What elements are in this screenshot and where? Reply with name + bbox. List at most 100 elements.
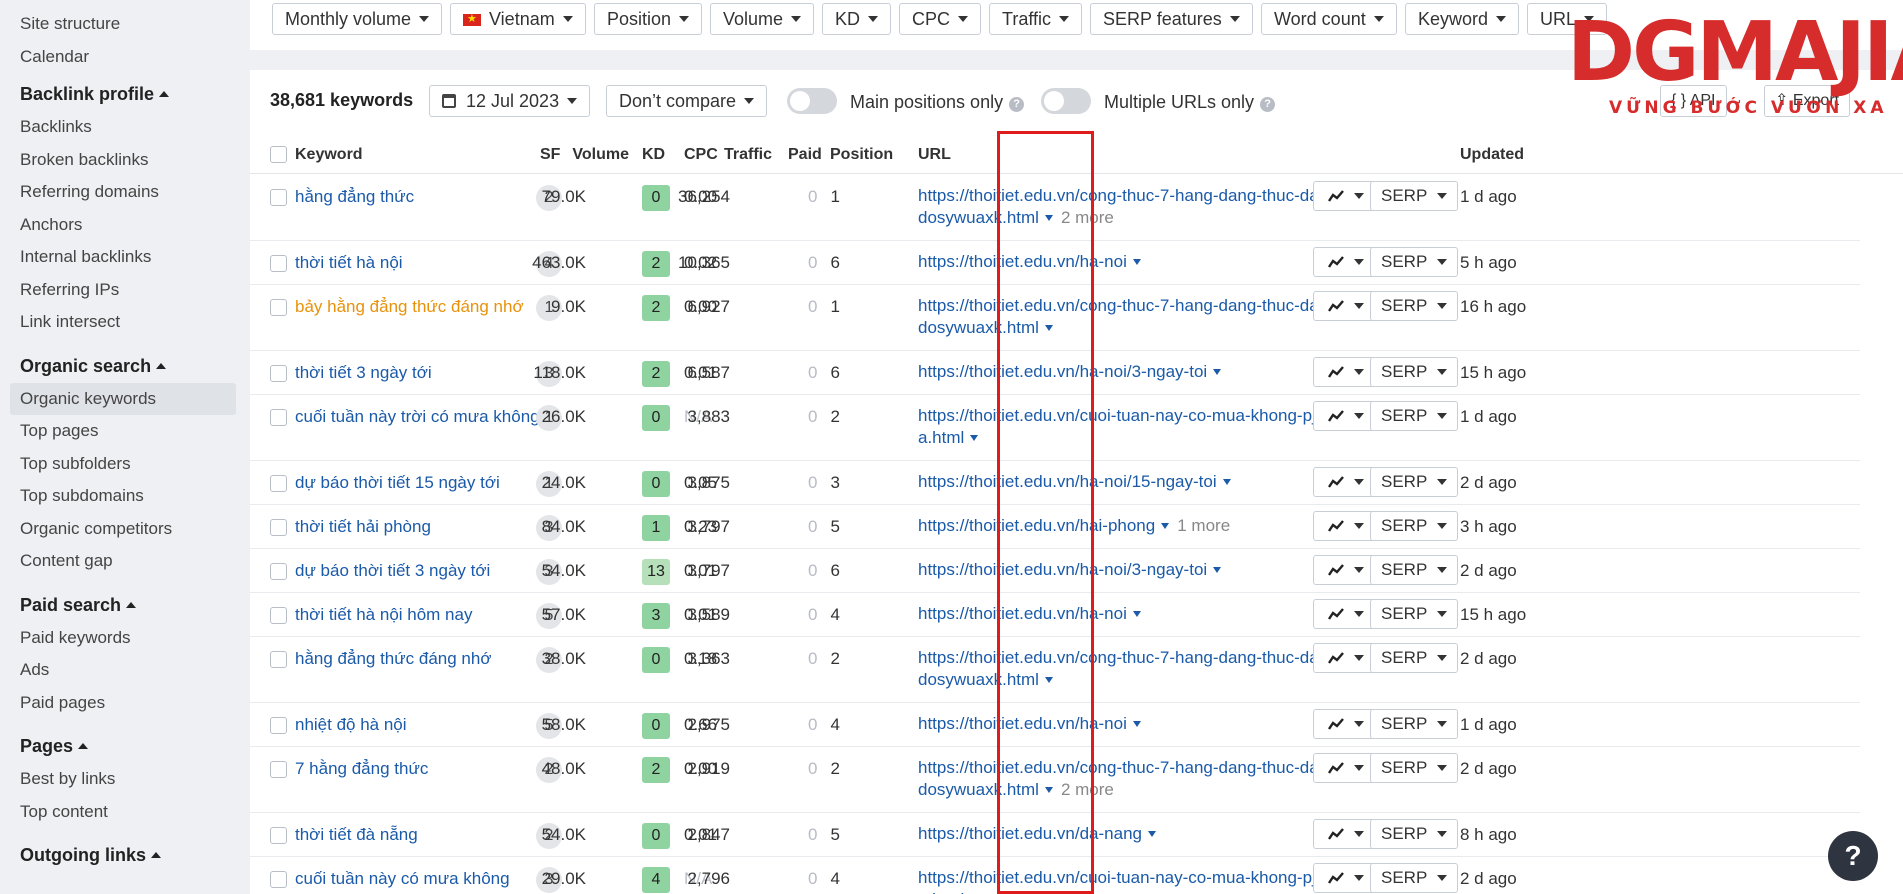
chart-dropdown-button[interactable] [1313, 709, 1375, 739]
filter-dropdown[interactable]: SERP features [1090, 3, 1253, 35]
filter-dropdown[interactable]: Vietnam [450, 3, 586, 35]
chart-dropdown-button[interactable] [1313, 599, 1375, 629]
row-checkbox[interactable] [270, 409, 287, 426]
sidebar-item[interactable]: Backlinks [10, 111, 236, 144]
row-checkbox[interactable] [270, 607, 287, 624]
chart-dropdown-button[interactable] [1313, 643, 1375, 673]
keyword-link[interactable]: dự báo thời tiết 3 ngày tới [295, 561, 490, 581]
sidebar-item[interactable]: Content gap [10, 545, 236, 578]
sidebar-item[interactable]: Top content [10, 796, 236, 829]
keyword-link[interactable]: hằng đẳng thức đáng nhớ [295, 649, 491, 669]
filter-dropdown[interactable]: CPC [899, 3, 982, 35]
column-header-updated[interactable]: Updated [1460, 146, 1524, 164]
chart-dropdown-button[interactable] [1313, 753, 1375, 783]
sidebar-heading[interactable]: Pages [0, 729, 246, 763]
url-link[interactable]: https://thoitiet.edu.vn/ha-noi [918, 714, 1127, 733]
serp-dropdown-button[interactable]: SERP [1370, 401, 1458, 431]
filter-dropdown[interactable]: Keyword [1405, 3, 1520, 35]
column-header-paid[interactable]: Paid [788, 146, 822, 164]
keyword-link[interactable]: 7 hằng đẳng thức [295, 759, 428, 779]
more-urls-link[interactable]: 2 more [1061, 780, 1114, 799]
chevron-down-icon[interactable] [1044, 787, 1053, 793]
sidebar-item[interactable]: Site structure [10, 8, 236, 41]
sidebar-item[interactable]: Organic competitors [10, 513, 236, 546]
filter-dropdown[interactable]: Monthly volume [272, 3, 443, 35]
date-picker-button[interactable]: 12 Jul 2023 [429, 85, 591, 117]
column-header-traffic[interactable]: Traffic [724, 146, 772, 164]
filter-dropdown[interactable]: Position [594, 3, 703, 35]
chevron-down-icon[interactable] [970, 435, 979, 441]
serp-dropdown-button[interactable]: SERP [1370, 753, 1458, 783]
serp-dropdown-button[interactable]: SERP [1370, 511, 1458, 541]
url-link[interactable]: https://thoitiet.edu.vn/ha-noi/3-ngay-to… [918, 362, 1207, 381]
column-header-cpc[interactable]: CPC [684, 146, 718, 164]
multiple-urls-toggle[interactable] [1041, 88, 1091, 114]
keyword-link[interactable]: bảy hằng đẳng thức đáng nhớ [295, 297, 524, 317]
chevron-down-icon[interactable] [1132, 259, 1141, 265]
filter-dropdown[interactable]: Traffic [989, 3, 1083, 35]
chevron-down-icon[interactable] [1213, 567, 1222, 573]
row-checkbox[interactable] [270, 651, 287, 668]
keyword-link[interactable]: thời tiết hà nội hôm nay [295, 605, 472, 625]
sidebar-item[interactable]: Top pages [10, 415, 236, 448]
row-checkbox[interactable] [270, 871, 287, 888]
keyword-link[interactable]: thời tiết hà nội [295, 253, 403, 273]
keyword-link[interactable]: cuối tuần này có mưa không [295, 869, 510, 889]
filter-dropdown[interactable]: KD [822, 3, 892, 35]
sidebar-item[interactable]: Organic keywords [10, 382, 236, 415]
help-icon[interactable]: ? [1009, 97, 1025, 112]
chevron-down-icon[interactable] [1132, 721, 1141, 727]
more-urls-link[interactable]: 2 more [1061, 208, 1114, 227]
row-checkbox[interactable] [270, 475, 287, 492]
sidebar-item[interactable]: Anchors [10, 209, 236, 242]
sidebar-item[interactable]: Paid pages [10, 687, 236, 720]
column-header-position[interactable]: Position [830, 146, 893, 164]
serp-dropdown-button[interactable]: SERP [1370, 467, 1458, 497]
row-checkbox[interactable] [270, 717, 287, 734]
sidebar-item[interactable]: Broken backlinks [10, 144, 236, 177]
url-link[interactable]: https://thoitiet.edu.vn/da-nang [918, 824, 1142, 843]
help-button[interactable]: ? [1828, 831, 1878, 881]
chevron-down-icon[interactable] [1213, 369, 1222, 375]
chart-dropdown-button[interactable] [1313, 467, 1375, 497]
filter-dropdown[interactable]: Word count [1261, 3, 1397, 35]
chevron-down-icon[interactable] [1132, 611, 1141, 617]
keyword-link[interactable]: thời tiết 3 ngày tới [295, 363, 432, 383]
keyword-link[interactable]: nhiệt độ hà nội [295, 715, 407, 735]
column-header-url[interactable]: URL [918, 146, 951, 164]
row-checkbox[interactable] [270, 255, 287, 272]
row-checkbox[interactable] [270, 563, 287, 580]
chart-dropdown-button[interactable] [1313, 247, 1375, 277]
sidebar-heading[interactable]: Paid search [0, 588, 246, 622]
filter-dropdown[interactable]: Volume [710, 3, 815, 35]
sidebar-item[interactable]: Ads [10, 654, 236, 687]
chart-dropdown-button[interactable] [1313, 181, 1375, 211]
sidebar-item[interactable]: Calendar [10, 41, 236, 74]
chevron-down-icon[interactable] [1044, 215, 1053, 221]
compare-dropdown[interactable]: Don’t compare [606, 85, 768, 117]
sidebar-heading[interactable]: Backlink profile [0, 77, 246, 111]
serp-dropdown-button[interactable]: SERP [1370, 291, 1458, 321]
main-positions-toggle[interactable] [787, 88, 837, 114]
sidebar-item[interactable]: Link intersect [10, 306, 236, 339]
column-header-sf[interactable]: SF [540, 146, 560, 164]
url-link[interactable]: https://thoitiet.edu.vn/ha-noi/15-ngay-t… [918, 472, 1217, 491]
row-checkbox[interactable] [270, 827, 287, 844]
help-icon[interactable]: ? [1260, 97, 1276, 112]
serp-dropdown-button[interactable]: SERP [1370, 599, 1458, 629]
serp-dropdown-button[interactable]: SERP [1370, 181, 1458, 211]
sidebar-item[interactable]: Internal backlinks [10, 241, 236, 274]
sidebar-heading[interactable]: Organic search [0, 349, 246, 383]
column-header-volume[interactable]: Volume [572, 146, 629, 164]
serp-dropdown-button[interactable]: SERP [1370, 643, 1458, 673]
keyword-link[interactable]: cuối tuần này trời có mưa không [295, 407, 540, 427]
url-link[interactable]: https://thoitiet.edu.vn/ha-noi [918, 604, 1127, 623]
column-header-kd[interactable]: KD [642, 146, 665, 164]
chevron-down-icon[interactable] [1044, 677, 1053, 683]
serp-dropdown-button[interactable]: SERP [1370, 709, 1458, 739]
chevron-down-icon[interactable] [1148, 831, 1156, 837]
sidebar-item[interactable]: Paid keywords [10, 622, 236, 655]
keyword-link[interactable]: hằng đẳng thức [295, 187, 414, 207]
url-link[interactable]: https://thoitiet.edu.vn/ha-noi [918, 252, 1127, 271]
chart-dropdown-button[interactable] [1313, 357, 1375, 387]
